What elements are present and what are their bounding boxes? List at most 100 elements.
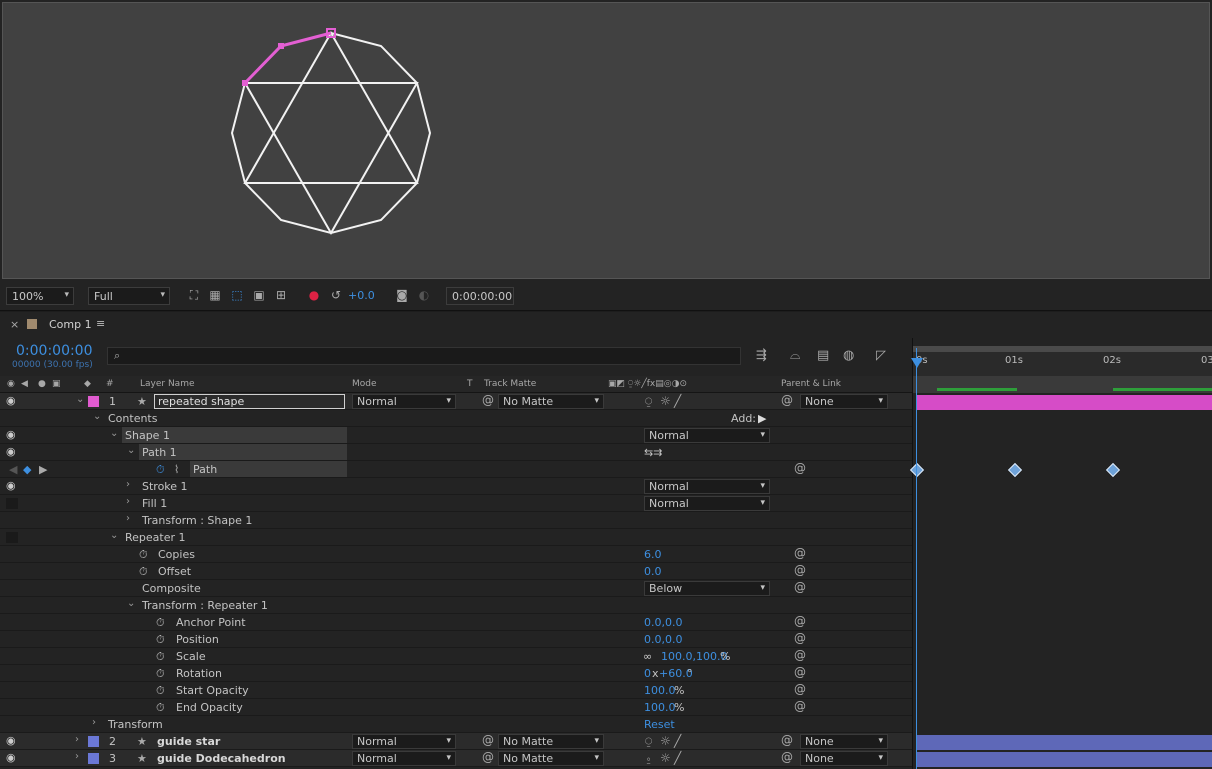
transparency-grid-icon[interactable]: ▦: [207, 287, 223, 303]
property-row[interactable]: ⌄ Contents Add: ▶: [0, 410, 912, 427]
property-row[interactable]: ⏱ Offset 0.0 @: [0, 563, 912, 580]
column-layer-name[interactable]: Layer Name: [140, 379, 195, 389]
visibility-off-box[interactable]: [6, 532, 18, 543]
parent-dropdown[interactable]: None ▾: [800, 751, 888, 766]
stopwatch-icon[interactable]: ⏱: [156, 633, 165, 647]
composite-dropdown[interactable]: Below ▾: [644, 581, 770, 596]
pick-whip-icon[interactable]: @: [781, 393, 793, 407]
property-row[interactable]: ⏱ Anchor Point 0.0,0.0 @: [0, 614, 912, 631]
rotation-revolutions[interactable]: 0: [644, 667, 651, 680]
composition-flowchart-icon[interactable]: ⇶: [756, 348, 767, 363]
property-row[interactable]: ⌄ Transform : Repeater 1: [0, 597, 912, 614]
label-tag-icon[interactable]: ◆: [84, 379, 91, 389]
track-matte-dropdown[interactable]: No Matte ▾: [498, 734, 604, 749]
position-value[interactable]: 0.0,0.0: [644, 633, 682, 646]
stroke-blend-mode-dropdown[interactable]: Normal ▾: [644, 479, 770, 494]
layer-label-color[interactable]: [88, 736, 99, 747]
time-ruler[interactable]: 0s 01s 02s 03: [913, 352, 1212, 376]
mode-dropdown[interactable]: Normal ▾: [352, 734, 456, 749]
stopwatch-icon[interactable]: ⏱: [139, 548, 148, 562]
pick-whip-icon[interactable]: @: [794, 614, 806, 628]
panel-menu-icon[interactable]: ≡: [96, 317, 105, 330]
playhead-line[interactable]: [916, 348, 917, 769]
graph-editor-icon[interactable]: ◸: [876, 348, 886, 363]
layer-name[interactable]: guide Dodecahedron: [157, 752, 286, 765]
chevron-right-icon[interactable]: ›: [75, 734, 79, 745]
frame-blending-icon[interactable]: ▤: [817, 348, 829, 363]
layer-1-duration-bar[interactable]: [917, 395, 1212, 410]
column-t[interactable]: T: [467, 379, 473, 389]
chevron-down-icon[interactable]: ⌄: [110, 428, 118, 439]
chevron-down-icon[interactable]: ⌄: [127, 445, 135, 456]
chevron-down-icon[interactable]: ⌄: [127, 598, 135, 609]
eye-icon[interactable]: ◉: [6, 751, 16, 764]
mask-path-visibility-icon[interactable]: ⬚: [229, 287, 245, 303]
pick-whip-icon[interactable]: @: [794, 648, 806, 662]
reset-link[interactable]: Reset: [644, 718, 675, 731]
property-row[interactable]: › Fill 1 Normal ▾: [0, 495, 912, 512]
eye-icon[interactable]: ◉: [6, 428, 16, 441]
property-row[interactable]: ⌄ Repeater 1: [0, 529, 912, 546]
parent-dropdown[interactable]: None ▾: [800, 734, 888, 749]
parent-dropdown[interactable]: None ▾: [800, 394, 888, 409]
pick-whip-icon[interactable]: @: [794, 546, 806, 560]
constrain-proportions-icon[interactable]: ∞: [643, 650, 652, 663]
pick-whip-icon[interactable]: @: [794, 563, 806, 577]
pick-whip-icon[interactable]: @: [794, 699, 806, 713]
current-time-field[interactable]: 0:00:00:00: [446, 287, 514, 305]
chevron-down-icon[interactable]: ⌄: [76, 394, 84, 405]
solo-icon[interactable]: ●: [38, 379, 46, 389]
stopwatch-icon[interactable]: ⏱: [156, 616, 165, 630]
layer-label-color[interactable]: [88, 753, 99, 764]
preserve-transparency-icon[interactable]: @: [482, 733, 494, 747]
path-direction-icon[interactable]: ⇆⇉: [644, 446, 662, 459]
end-opacity-value[interactable]: 100.0: [644, 701, 676, 714]
pick-whip-icon[interactable]: @: [781, 733, 793, 747]
eye-icon[interactable]: ◉: [6, 394, 16, 407]
track-matte-dropdown[interactable]: No Matte ▾: [498, 394, 604, 409]
previous-keyframe-icon[interactable]: ◀: [9, 463, 17, 476]
stopwatch-icon[interactable]: ⏱: [156, 684, 165, 698]
property-row[interactable]: ◉ ⌄ Path 1 ⇆⇉: [0, 444, 912, 461]
safe-margins-icon[interactable]: ▣: [251, 287, 267, 303]
current-time-display[interactable]: 0:00:00:00: [16, 343, 93, 359]
show-snapshot-icon[interactable]: ◐: [416, 287, 432, 303]
chevron-right-icon[interactable]: ›: [92, 717, 96, 728]
stopwatch-icon[interactable]: ⏱: [156, 650, 165, 664]
timeline-panel[interactable]: 0s 01s 02s 03: [909, 338, 1212, 769]
property-row[interactable]: › Transform : Shape 1: [0, 512, 912, 529]
layer-name[interactable]: guide star: [157, 735, 220, 748]
collapse-switch-icon[interactable]: ╱: [674, 394, 681, 408]
quality-switch-icon[interactable]: ☼: [660, 734, 671, 748]
preserve-transparency-icon[interactable]: @: [482, 750, 494, 764]
reset-exposure-icon[interactable]: ↺: [328, 287, 344, 303]
keyframe-diamond-icon[interactable]: ◆: [23, 463, 31, 476]
chevron-down-icon[interactable]: ⌄: [93, 411, 101, 422]
zoom-dropdown[interactable]: 100% ▾: [6, 287, 74, 305]
close-icon[interactable]: ×: [10, 318, 19, 331]
shy-switch-icon[interactable]: ⍜: [645, 734, 652, 749]
stopwatch-icon[interactable]: ⏱: [139, 565, 148, 579]
fill-blend-mode-dropdown[interactable]: Normal ▾: [644, 496, 770, 511]
next-keyframe-icon[interactable]: ▶: [39, 463, 47, 476]
quality-switch-icon[interactable]: ☼: [660, 394, 671, 408]
switches-icons[interactable]: ▣◩ ⍜☼╱fx▤◎◑⊙: [608, 379, 687, 389]
layer-row[interactable]: ◉ ⌄ 1 ★ repeated shape Normal ▾ @ No Matt…: [0, 393, 912, 410]
exposure-value[interactable]: +0.0: [348, 289, 375, 302]
property-row[interactable]: Composite Below ▾ @: [0, 580, 912, 597]
grid-guides-icon[interactable]: ⊞: [273, 287, 289, 303]
viewer-canvas[interactable]: [2, 2, 1210, 279]
start-opacity-value[interactable]: 100.0: [644, 684, 676, 697]
preserve-transparency-icon[interactable]: @: [482, 393, 494, 407]
property-row[interactable]: ◀ ◆ ▶ ⏱ ⌇ Path @: [0, 461, 912, 478]
path-vertex-handle[interactable]: [242, 80, 248, 86]
scale-value[interactable]: 100.0,100.0: [661, 650, 727, 663]
snapshot-camera-icon[interactable]: ◙: [394, 287, 410, 303]
resolution-dropdown[interactable]: Full ▾: [88, 287, 170, 305]
layer-label-color[interactable]: [88, 396, 99, 407]
lock-icon[interactable]: ▣: [52, 379, 61, 389]
eye-icon[interactable]: ◉: [6, 479, 16, 492]
keyframe-diamond[interactable]: [1105, 462, 1121, 478]
copies-value[interactable]: 6.0: [644, 548, 662, 561]
property-row[interactable]: ⏱ Start Opacity 100.0 % @: [0, 682, 912, 699]
